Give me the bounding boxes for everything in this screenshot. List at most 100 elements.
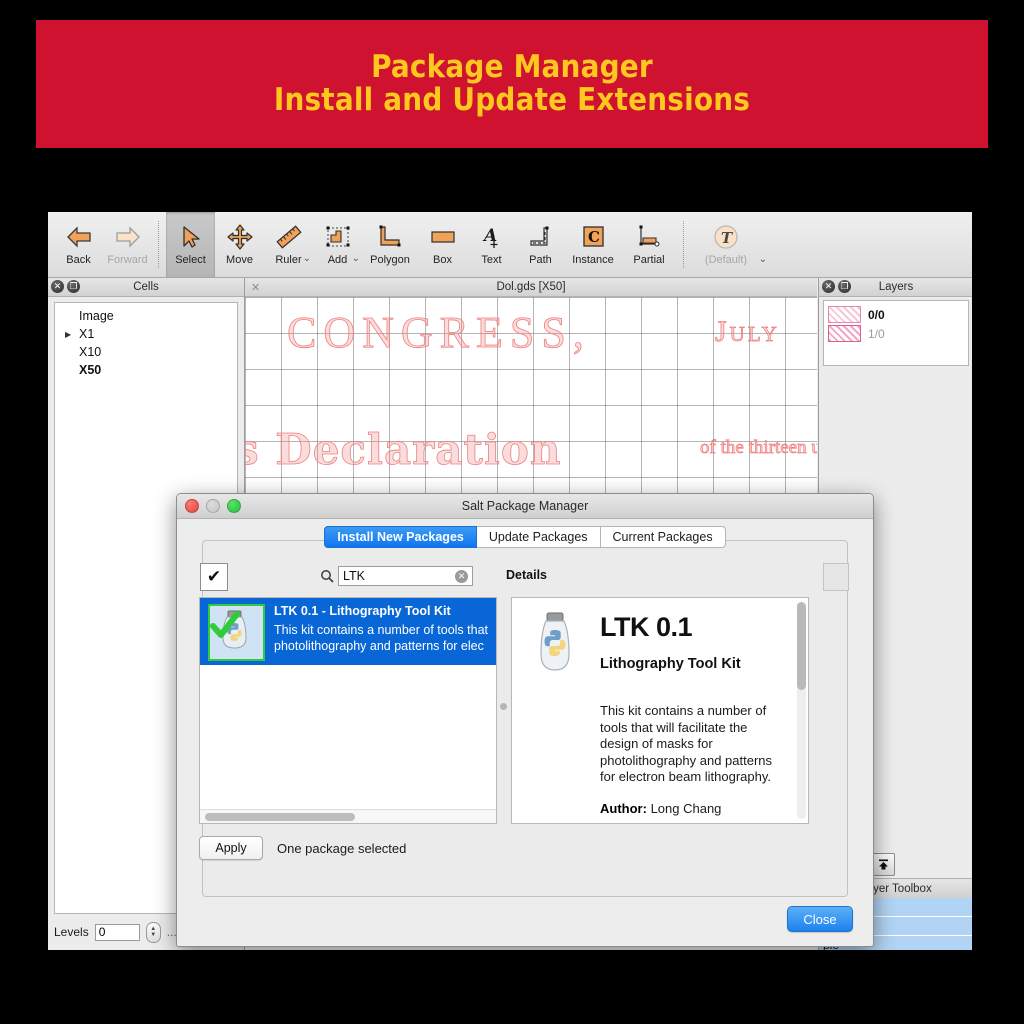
tab-update-packages[interactable]: Update Packages xyxy=(476,526,601,548)
toolbar-separator-1 xyxy=(158,221,160,268)
package-item-description: This kit contains a number of tools that… xyxy=(274,623,488,653)
banner-line-1: Package Manager xyxy=(371,48,653,85)
cells-row-label: X1 xyxy=(79,327,95,341)
layers-list[interactable]: 0/0 1/0 xyxy=(823,300,969,366)
cells-row-image[interactable]: Image xyxy=(55,307,237,325)
package-item-text: LTK 0.1 - Lithography Tool Kit This kit … xyxy=(274,604,488,659)
layers-panel-title: Layers xyxy=(878,281,914,293)
apply-button[interactable]: Apply xyxy=(199,836,263,860)
python-saltshaker-icon xyxy=(530,610,580,680)
details-author: Author: Long Chang xyxy=(600,801,800,818)
back-arrow-icon xyxy=(66,223,92,251)
toolbar-label-add: Add xyxy=(327,254,348,266)
toolbar-button-add[interactable]: Add ⌄ xyxy=(313,212,362,277)
canvas-header: ✕ Dol.gds [X50] xyxy=(245,278,817,297)
search-field[interactable]: LTK ✕ xyxy=(338,566,473,586)
search-input[interactable]: LTK xyxy=(343,569,455,583)
close-icon[interactable]: ✕ xyxy=(822,280,835,293)
tab-install-new-packages[interactable]: Install New Packages xyxy=(324,526,477,548)
clear-circle-icon[interactable]: ✕ xyxy=(455,569,468,583)
layers-row-0-0[interactable]: 0/0 xyxy=(828,305,968,324)
forward-arrow-icon xyxy=(115,223,141,251)
gds-text-declaration: s Declaration xyxy=(245,425,562,475)
cells-row-x10[interactable]: X10 xyxy=(55,343,237,361)
layer-name: 0/0 xyxy=(868,307,885,322)
toolbar-button-partial[interactable]: Partial xyxy=(621,212,677,277)
package-list[interactable]: LTK 0.1 - Lithography Tool Kit This kit … xyxy=(199,597,497,824)
levels-input[interactable] xyxy=(94,923,140,941)
text-a-icon: A xyxy=(480,223,504,251)
close-red-dot-icon[interactable] xyxy=(185,499,199,513)
select-all-checkbox[interactable]: ✔ xyxy=(200,563,228,591)
cells-panel-title: Cells xyxy=(133,281,159,293)
layers-panel-header-buttons: ✕ ❐ xyxy=(822,280,851,293)
layers-panel-header: ✕ ❐ Layers xyxy=(819,278,972,297)
dialog-tabs: Install New Packages Update Packages Cur… xyxy=(177,526,873,548)
toolbar-label-box: Box xyxy=(433,254,452,266)
toolbar-button-box[interactable]: Box xyxy=(418,212,467,277)
box-icon xyxy=(429,223,457,251)
toolbar-label-path: Path xyxy=(529,254,552,266)
close-icon[interactable]: ✕ xyxy=(251,281,260,294)
instance-c-icon: C xyxy=(580,223,606,251)
package-list-horizontal-scrollbar[interactable] xyxy=(200,809,496,823)
toolbar-button-text[interactable]: A Text xyxy=(467,212,516,277)
toolbar-button-forward[interactable]: Forward xyxy=(103,212,152,277)
toolbar-label-forward: Forward xyxy=(107,254,148,266)
toolbar-button-default-tool[interactable]: T (Default) ⌄ xyxy=(691,212,767,277)
details-panel[interactable]: LTK 0.1 Lithography Tool Kit This kit co… xyxy=(511,597,809,824)
toolbar-button-instance[interactable]: C Instance xyxy=(565,212,621,277)
cells-panel-header: ✕ ❐ Cells xyxy=(48,278,244,297)
undock-icon[interactable]: ❐ xyxy=(838,280,851,293)
dialog-title: Salt Package Manager xyxy=(461,499,589,513)
details-subtitle: Lithography Tool Kit xyxy=(600,656,741,672)
toolbar-button-polygon[interactable]: Polygon xyxy=(362,212,418,277)
cells-row-label: X50 xyxy=(79,363,102,377)
text-t-circle-icon: T xyxy=(713,223,739,251)
svg-text:T: T xyxy=(721,229,734,247)
undock-icon[interactable]: ❐ xyxy=(67,280,80,293)
raise-to-top-icon[interactable] xyxy=(871,853,895,876)
close-icon[interactable]: ✕ xyxy=(51,280,64,293)
details-author-label: Author: xyxy=(600,801,647,816)
package-list-item[interactable]: LTK 0.1 - Lithography Tool Kit This kit … xyxy=(200,598,496,665)
apply-row: Apply One package selected xyxy=(199,836,406,860)
levels-stepper[interactable]: ▲ ▼ xyxy=(145,921,161,943)
toolbar-button-move[interactable]: Move xyxy=(215,212,264,277)
scrollbar-thumb[interactable] xyxy=(205,813,355,821)
cells-row-x1[interactable]: ▶ X1 xyxy=(55,325,237,343)
toolbar-button-select[interactable]: Select xyxy=(166,212,215,277)
toolbar-button-ruler[interactable]: Ruler ⌄ xyxy=(264,212,313,277)
minimize-gray-dot-icon[interactable] xyxy=(206,499,220,513)
main-toolbar: Back Forward Select Move Ruler ⌄ Add ⌄ P… xyxy=(48,212,972,278)
toolbar-button-path[interactable]: Path xyxy=(516,212,565,277)
cursor-arrow-icon xyxy=(180,223,202,251)
layers-row-1-0[interactable]: 1/0 xyxy=(828,324,968,343)
details-header-box xyxy=(823,563,849,591)
add-shape-icon xyxy=(324,223,352,251)
details-author-name: Long Chang xyxy=(650,801,722,816)
move-cross-icon xyxy=(226,223,253,251)
cells-row-x50[interactable]: X50 xyxy=(55,361,237,379)
pane-splitter-handle[interactable] xyxy=(500,703,507,710)
close-button[interactable]: Close xyxy=(787,906,853,932)
chevron-down-icon[interactable]: ⌄ xyxy=(759,254,767,265)
zoom-green-dot-icon[interactable] xyxy=(227,499,241,513)
toolbar-label-ruler: Ruler xyxy=(275,254,302,266)
chevron-down-icon[interactable]: ⌄ xyxy=(303,253,311,264)
levels-label: Levels xyxy=(54,925,89,939)
dialog-titlebar: Salt Package Manager xyxy=(177,494,873,519)
toolbar-label-back: Back xyxy=(66,254,91,266)
layer-color-swatch xyxy=(828,325,861,342)
tab-current-packages[interactable]: Current Packages xyxy=(600,526,726,548)
chevron-down-icon[interactable]: ⌄ xyxy=(352,253,360,264)
toolbar-button-back[interactable]: Back xyxy=(54,212,103,277)
polygon-icon xyxy=(377,223,403,251)
svg-text:C: C xyxy=(588,228,600,246)
disclosure-triangle-icon[interactable]: ▶ xyxy=(65,330,79,339)
toolbar-label-instance: Instance xyxy=(572,254,614,266)
details-scrollbar-thumb[interactable] xyxy=(797,602,806,690)
toolbar-label-select: Select xyxy=(175,254,206,266)
salt-package-manager-dialog: Salt Package Manager Install New Package… xyxy=(176,493,874,947)
ruler-icon xyxy=(275,223,303,251)
